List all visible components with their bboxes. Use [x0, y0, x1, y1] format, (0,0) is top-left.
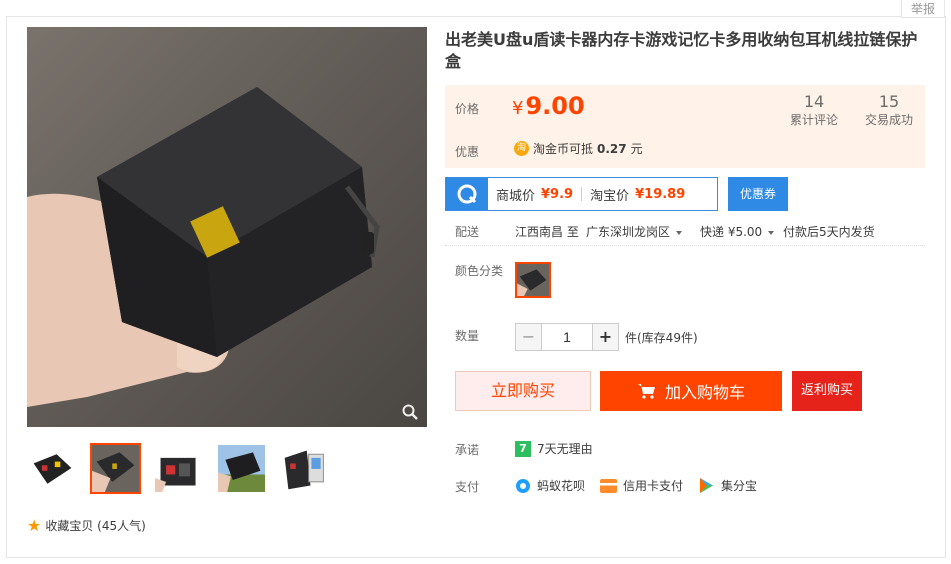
promise-label: 承诺: [455, 443, 480, 457]
zoom-icon[interactable]: [401, 403, 419, 421]
report-link[interactable]: 举报: [901, 0, 945, 18]
star-icon: ★: [27, 515, 42, 535]
payment-huabei[interactable]: 蚂蚁花呗: [515, 477, 585, 494]
add-to-cart-button[interactable]: 加入购物车: [600, 371, 782, 411]
thumbnail-4[interactable]: [216, 443, 267, 494]
coupon-button[interactable]: 优惠券: [728, 177, 788, 211]
thumbnail-2[interactable]: [90, 443, 141, 494]
reviews-label: 累计评论: [790, 113, 839, 127]
thumbnail-3[interactable]: [153, 443, 204, 494]
jifenbao-icon: [700, 478, 713, 493]
express-selector[interactable]: 快递 ¥5.00: [700, 223, 775, 240]
mall-price: 商城价 ¥9.9: [496, 186, 574, 204]
decrease-button[interactable]: −: [515, 323, 542, 351]
taojinbi-icon: 淘: [514, 141, 529, 156]
promo-label: 优惠: [455, 145, 480, 159]
promo-info: 淘 淘金币可抵 0.27 元: [514, 140, 643, 157]
cart-icon: [637, 384, 655, 399]
huabei-icon: [516, 478, 530, 493]
rebate-buy-button[interactable]: 返利购买: [792, 371, 862, 411]
price-box: 价格 ¥9.00 14 累计评论 15 交易成功 优惠 淘 淘金币可抵 0.27 元: [445, 85, 925, 168]
shipping-label: 配送: [455, 225, 480, 239]
thumbnail-5[interactable]: [279, 443, 330, 494]
trades-label: 交易成功: [865, 113, 914, 127]
ship-from: 江西南昌 至: [515, 225, 579, 239]
shipping-row: 配送 江西南昌 至 广东深圳龙岗区 快递 ¥5.00 付款后5天内发货: [445, 220, 925, 246]
dispatch-info: 付款后5天内发货: [783, 225, 875, 239]
promise-item[interactable]: 7 7天无理由: [515, 440, 593, 457]
chevron-down-icon: [768, 230, 775, 235]
mall-price-bar[interactable]: 商城价 ¥9.9 淘宝价 ¥19.89: [445, 177, 718, 211]
collect-label: 收藏宝贝 (45人气): [45, 519, 146, 533]
price-value: ¥9.00: [512, 92, 585, 120]
increase-button[interactable]: +: [592, 323, 619, 351]
price-label: 价格: [455, 102, 480, 116]
taobao-price: 淘宝价 ¥19.89: [590, 186, 686, 204]
payment-jifenbao[interactable]: 集分宝: [698, 477, 757, 494]
collect-button[interactable]: ★ 收藏宝贝 (45人气): [27, 517, 146, 534]
reviews-stat[interactable]: 14 累计评论: [790, 92, 838, 128]
payment-credit-card[interactable]: 信用卡支付: [600, 477, 683, 494]
payment-label: 支付: [455, 480, 480, 494]
stock-info: 件(库存49件): [625, 330, 698, 345]
quantity-stepper: − + 件(库存49件): [515, 323, 698, 351]
add-to-cart-label: 加入购物车: [664, 383, 745, 402]
product-title: 出老美U盘u盾读卡器内存卡游戏记忆卡多用收纳包耳机线拉链保护盒: [445, 30, 918, 71]
reviews-count: 14: [803, 92, 825, 111]
color-option[interactable]: [515, 262, 551, 298]
thumbnail-1[interactable]: [27, 443, 78, 494]
ship-to-selector[interactable]: 广东深圳龙岗区: [586, 223, 683, 240]
buy-now-button[interactable]: 立即购买: [455, 371, 591, 411]
seven-day-icon: 7: [515, 440, 531, 457]
chevron-down-icon: [676, 230, 683, 235]
main-product-image[interactable]: [27, 27, 427, 427]
mall-logo-icon: [446, 178, 488, 210]
quantity-label: 数量: [455, 329, 480, 343]
trades-stat: 15 交易成功: [865, 92, 913, 128]
trades-count: 15: [878, 92, 900, 111]
thumbnail-list: [27, 443, 330, 494]
credit-card-icon: [600, 478, 617, 493]
color-label: 颜色分类: [455, 264, 504, 278]
quantity-input[interactable]: [542, 323, 592, 351]
